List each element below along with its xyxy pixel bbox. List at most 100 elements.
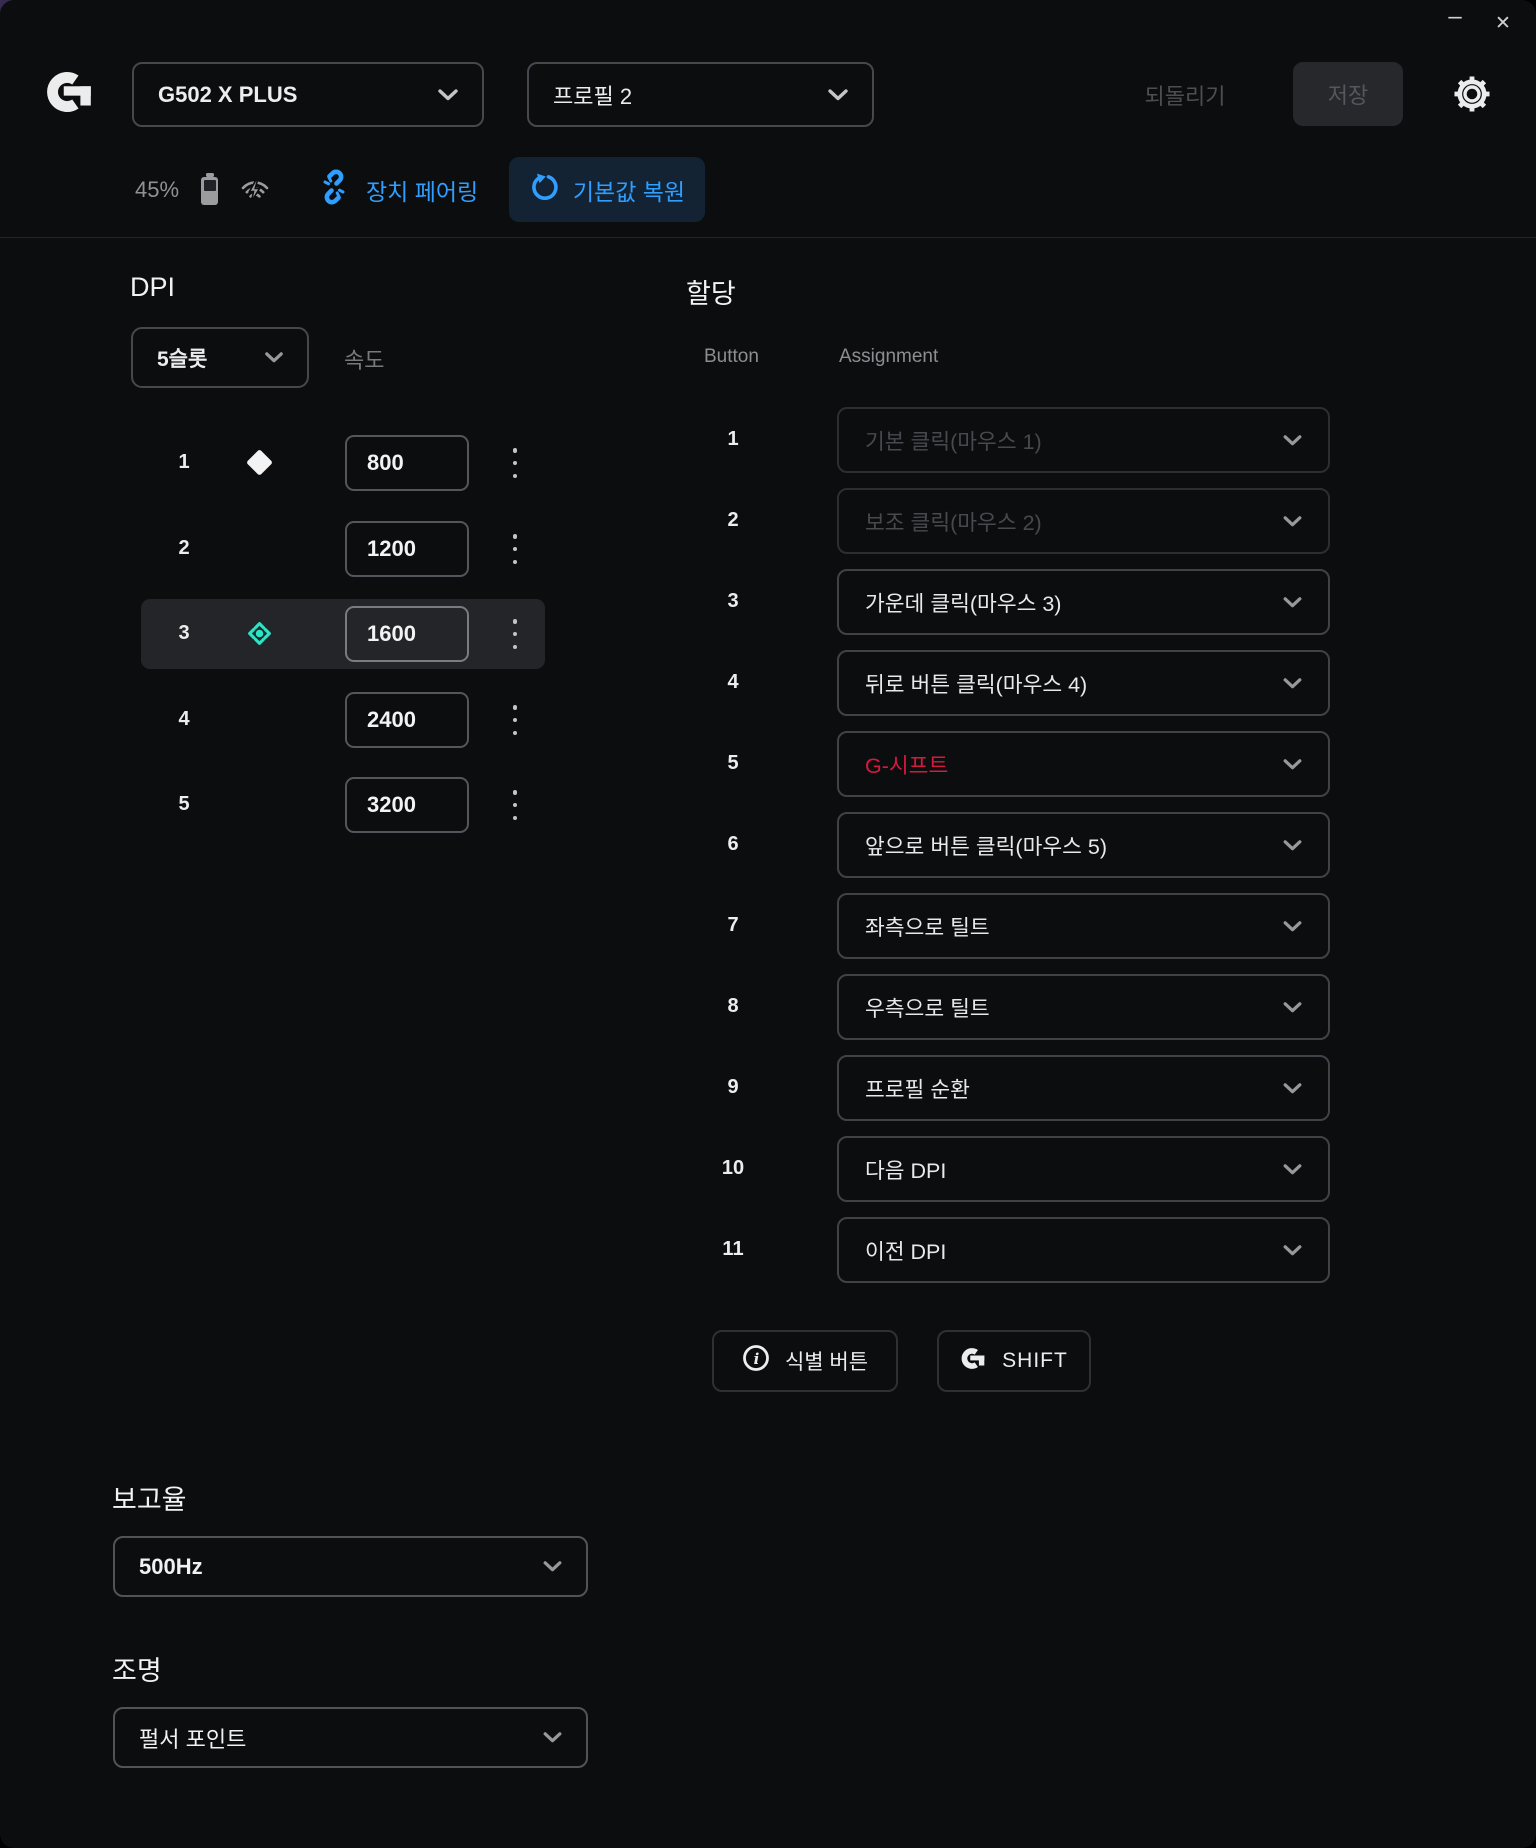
assignment-value: G-시프트	[865, 749, 948, 780]
assignment-select[interactable]: 기본 클릭(마우스 1)	[837, 407, 1330, 473]
identify-button[interactable]: i 식별 버튼	[712, 1330, 898, 1392]
button-column-header: Button	[704, 346, 759, 368]
save-button[interactable]: 저장	[1293, 62, 1403, 126]
chevron-down-icon	[1283, 435, 1302, 446]
logitech-g-logo-icon[interactable]	[44, 68, 96, 121]
battery-percent: 45%	[135, 177, 179, 203]
info-icon: i	[742, 1344, 770, 1378]
dpi-row-menu-kebab-icon[interactable]	[502, 446, 528, 480]
chevron-down-icon	[1283, 1164, 1302, 1175]
dpi-row-number: 1	[164, 451, 204, 474]
assignment-select[interactable]: 다음 DPI	[837, 1136, 1330, 1202]
assignment-select[interactable]: 보조 클릭(마우스 2)	[837, 488, 1330, 554]
chevron-down-icon	[1283, 678, 1302, 689]
device-select-value: G502 X PLUS	[158, 82, 297, 108]
dpi-section-title: DPI	[130, 272, 175, 303]
restore-defaults-label: 기본값 복원	[573, 173, 685, 207]
dpi-row-number: 5	[164, 793, 204, 816]
report-rate-title: 보고율	[112, 1478, 187, 1517]
assignment-select-gshift[interactable]: G-시프트	[837, 731, 1330, 797]
restore-defaults-button[interactable]: 기본값 복원	[509, 157, 705, 222]
assignment-section-title: 할당	[686, 272, 736, 311]
chevron-down-icon	[438, 89, 458, 101]
chevron-down-icon	[1283, 1083, 1302, 1094]
chevron-down-icon	[1283, 921, 1302, 932]
assignment-select[interactable]: 이전 DPI	[837, 1217, 1330, 1283]
assignment-value: 기본 클릭(마우스 1)	[865, 425, 1042, 456]
dpi-row-menu-kebab-icon[interactable]	[502, 532, 528, 566]
chevron-down-icon	[265, 352, 283, 363]
chevron-down-icon	[828, 89, 848, 101]
lighting-title: 조명	[112, 1649, 162, 1688]
logitech-g-small-icon	[960, 1346, 987, 1377]
dpi-value-input[interactable]: 800	[345, 435, 469, 491]
dpi-value-input[interactable]: 1600	[345, 606, 469, 662]
assignment-value: 보조 클릭(마우스 2)	[865, 506, 1042, 537]
broken-link-icon	[316, 169, 352, 211]
profile-select-value: 프로필 2	[553, 79, 632, 111]
mouse-button-number: 4	[711, 671, 755, 694]
chevron-down-icon	[543, 1561, 562, 1572]
assignment-value: 이전 DPI	[865, 1235, 946, 1266]
chevron-down-icon	[1283, 597, 1302, 608]
report-rate-select[interactable]: 500Hz	[113, 1536, 588, 1597]
assignment-select[interactable]: 프로필 순환	[837, 1055, 1330, 1121]
profile-select[interactable]: 프로필 2	[527, 62, 874, 127]
lighting-value: 펄서 포인트	[139, 1722, 246, 1754]
assignment-select[interactable]: 앞으로 버튼 클릭(마우스 5)	[837, 812, 1330, 878]
dpi-row-menu-kebab-icon[interactable]	[502, 788, 528, 822]
mouse-button-number: 7	[711, 914, 755, 937]
mouse-button-number: 10	[711, 1157, 755, 1180]
header-divider	[0, 237, 1536, 238]
mouse-button-number: 1	[711, 428, 755, 451]
assignment-select[interactable]: 가운데 클릭(마우스 3)	[837, 569, 1330, 635]
settings-gear-icon[interactable]	[1451, 73, 1493, 120]
assignment-value: 가운데 클릭(마우스 3)	[865, 587, 1061, 618]
close-button[interactable]: ✕	[1488, 8, 1518, 38]
assignment-column-header: Assignment	[839, 346, 938, 368]
dpi-slot-value: 5슬롯	[157, 343, 207, 373]
chevron-down-icon	[543, 1732, 562, 1743]
lighting-select[interactable]: 펄서 포인트	[113, 1707, 588, 1768]
dpi-row-menu-kebab-icon[interactable]	[502, 617, 528, 651]
mouse-button-number: 3	[711, 590, 755, 613]
chevron-down-icon	[1283, 759, 1302, 770]
assignment-value: 뒤로 버튼 클릭(마우스 4)	[865, 668, 1087, 699]
chevron-down-icon	[1283, 1245, 1302, 1256]
dpi-value-input[interactable]: 1200	[345, 521, 469, 577]
dpi-value-input[interactable]: 2400	[345, 692, 469, 748]
ghub-window: – ✕ G502 X PLUS 프로필 2 되돌리기 저장	[0, 0, 1536, 1848]
battery-icon	[201, 177, 218, 205]
assignment-select[interactable]: 뒤로 버튼 클릭(마우스 4)	[837, 650, 1330, 716]
dpi-default-diamond-icon	[246, 449, 273, 476]
dpi-row-number: 3	[164, 622, 204, 645]
assignment-value: 다음 DPI	[865, 1154, 946, 1185]
wireless-charging-icon	[238, 174, 272, 211]
mouse-button-number: 2	[711, 509, 755, 532]
assignment-select[interactable]: 우측으로 틸트	[837, 974, 1330, 1040]
mouse-button-number: 9	[711, 1076, 755, 1099]
assignment-value: 프로필 순환	[865, 1073, 970, 1104]
dpi-row-menu-kebab-icon[interactable]	[502, 703, 528, 737]
assignment-value: 우측으로 틸트	[865, 992, 990, 1023]
chevron-down-icon	[1283, 516, 1302, 527]
device-pairing-link[interactable]: 장치 페어링	[316, 157, 478, 222]
dpi-active-move-icon[interactable]	[245, 619, 274, 653]
gshift-button[interactable]: SHIFT	[937, 1330, 1091, 1392]
assignment-select[interactable]: 좌측으로 틸트	[837, 893, 1330, 959]
assignment-value: 좌측으로 틸트	[865, 911, 990, 942]
device-select[interactable]: G502 X PLUS	[132, 62, 484, 127]
minimize-button[interactable]: –	[1440, 2, 1470, 32]
pairing-label: 장치 페어링	[366, 173, 478, 207]
svg-text:i: i	[754, 1350, 760, 1368]
chevron-down-icon	[1283, 840, 1302, 851]
mouse-button-number: 8	[711, 995, 755, 1018]
report-rate-value: 500Hz	[139, 1554, 203, 1580]
mouse-button-number: 6	[711, 833, 755, 856]
mouse-button-number: 11	[711, 1238, 755, 1261]
dpi-slot-select[interactable]: 5슬롯	[131, 327, 309, 388]
speed-column-label: 속도	[344, 343, 384, 375]
revert-button[interactable]: 되돌리기	[1120, 62, 1250, 127]
dpi-value-input[interactable]: 3200	[345, 777, 469, 833]
identify-label: 식별 버튼	[785, 1346, 868, 1376]
